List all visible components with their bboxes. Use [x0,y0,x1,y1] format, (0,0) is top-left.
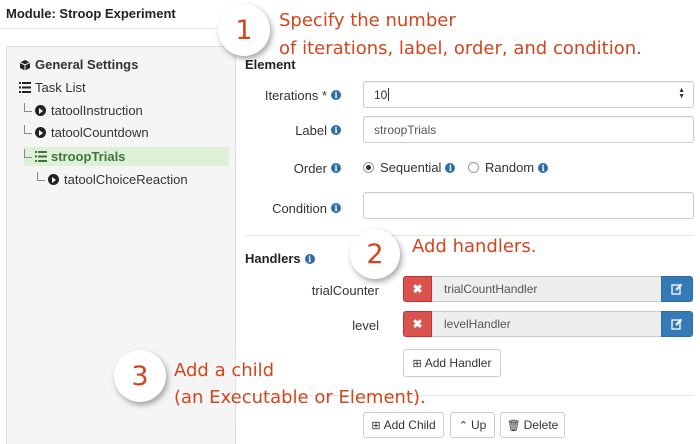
step-2-text: Add handlers. [412,236,537,257]
title-divider [0,28,225,29]
step-3-marker: 3 [114,350,166,402]
module-title: Module: Stroop Experiment [6,6,176,21]
handler-value: levelHandler [432,311,661,337]
order-label: Order i [245,159,341,177]
order-radio-random[interactable]: Random i [468,160,549,175]
edit-handler-button[interactable] [661,311,693,337]
tree-general-settings-label: General Settings [35,57,139,72]
spinner-icon[interactable]: ▲ ▼ [678,87,685,100]
trash-icon: 🗑 [506,419,521,432]
step-3-text-line2: (an Executable or Element). [174,387,426,408]
condition-field[interactable] [363,192,694,219]
handler-value: trialCountHandler [432,276,661,302]
order-radio-sequential[interactable]: Sequential i [363,160,456,175]
close-icon: ✖ [412,282,423,296]
tree-item-label: stroopTrials [51,149,126,164]
add-handler-button[interactable]: ⊞ Add Handler [403,349,501,377]
play-circle-icon [34,126,47,139]
step-3-text-line1: Add a child [174,360,275,381]
info-icon[interactable]: i [331,90,341,100]
handler-name: trialCounter [311,282,379,298]
radio-selected-icon[interactable] [363,162,374,173]
radio-unselected-icon[interactable] [468,162,479,173]
label-field[interactable]: stroopTrials [363,116,694,143]
label-label: Label i [245,121,341,139]
handlers-heading: Handlers i [245,251,315,266]
tree-item-label: tatoolChoiceReaction [64,172,188,187]
remove-handler-button[interactable]: ✖ [403,276,432,302]
plus-square-icon: ⊞ [371,419,381,432]
move-up-button[interactable]: ⌃ Up [450,412,495,438]
tree-task-list[interactable]: Task List [18,80,86,95]
edit-icon [671,318,683,330]
info-icon[interactable]: i [538,162,549,173]
handler-row: ✖ trialCountHandler [403,276,693,302]
edit-handler-button[interactable] [661,276,693,302]
chevron-up-icon: ⌃ [458,419,468,432]
tree-item-label: tatoolInstruction [51,103,143,118]
play-circle-icon [34,104,47,117]
tree-item-selected[interactable]: stroopTrials [24,147,229,166]
step-1-marker: 1 [218,4,270,56]
tree-task-list-label: Task List [35,80,86,95]
edit-icon [671,283,683,295]
add-child-button[interactable]: ⊞ Add Child [363,412,444,438]
handler-row: ✖ levelHandler [403,311,693,337]
info-icon[interactable]: i [331,163,341,173]
iterations-field[interactable]: 10 ▲ ▼ [363,81,694,108]
tree-general-settings[interactable]: General Settings [18,57,138,72]
step-1-text-line2: of iterations, label, order, and conditi… [279,38,642,59]
close-icon: ✖ [412,317,423,331]
tree-item[interactable]: tatoolCountdown [24,125,149,140]
tree-item[interactable]: tatoolChoiceReaction [37,172,188,187]
list-icon [34,150,47,163]
play-circle-icon [47,173,60,186]
handler-name: level [352,317,379,333]
iterations-label: Iterations * i [245,86,341,104]
info-icon[interactable]: i [445,162,456,173]
tree-item[interactable]: tatoolInstruction [24,103,143,118]
condition-label: Condition i [245,199,341,217]
delete-button[interactable]: 🗑 Delete [500,412,565,438]
info-icon[interactable]: i [331,203,341,213]
step-1-text-line1: Specify the number [279,10,456,31]
remove-handler-button[interactable]: ✖ [403,311,432,337]
cube-icon [18,58,31,71]
tree-item-label: tatoolCountdown [51,125,149,140]
step-2-marker: 2 [350,229,400,279]
info-icon[interactable]: i [331,125,341,135]
info-icon[interactable]: i [304,253,315,264]
list-icon [18,81,31,94]
plus-square-icon: ⊞ [412,357,422,370]
